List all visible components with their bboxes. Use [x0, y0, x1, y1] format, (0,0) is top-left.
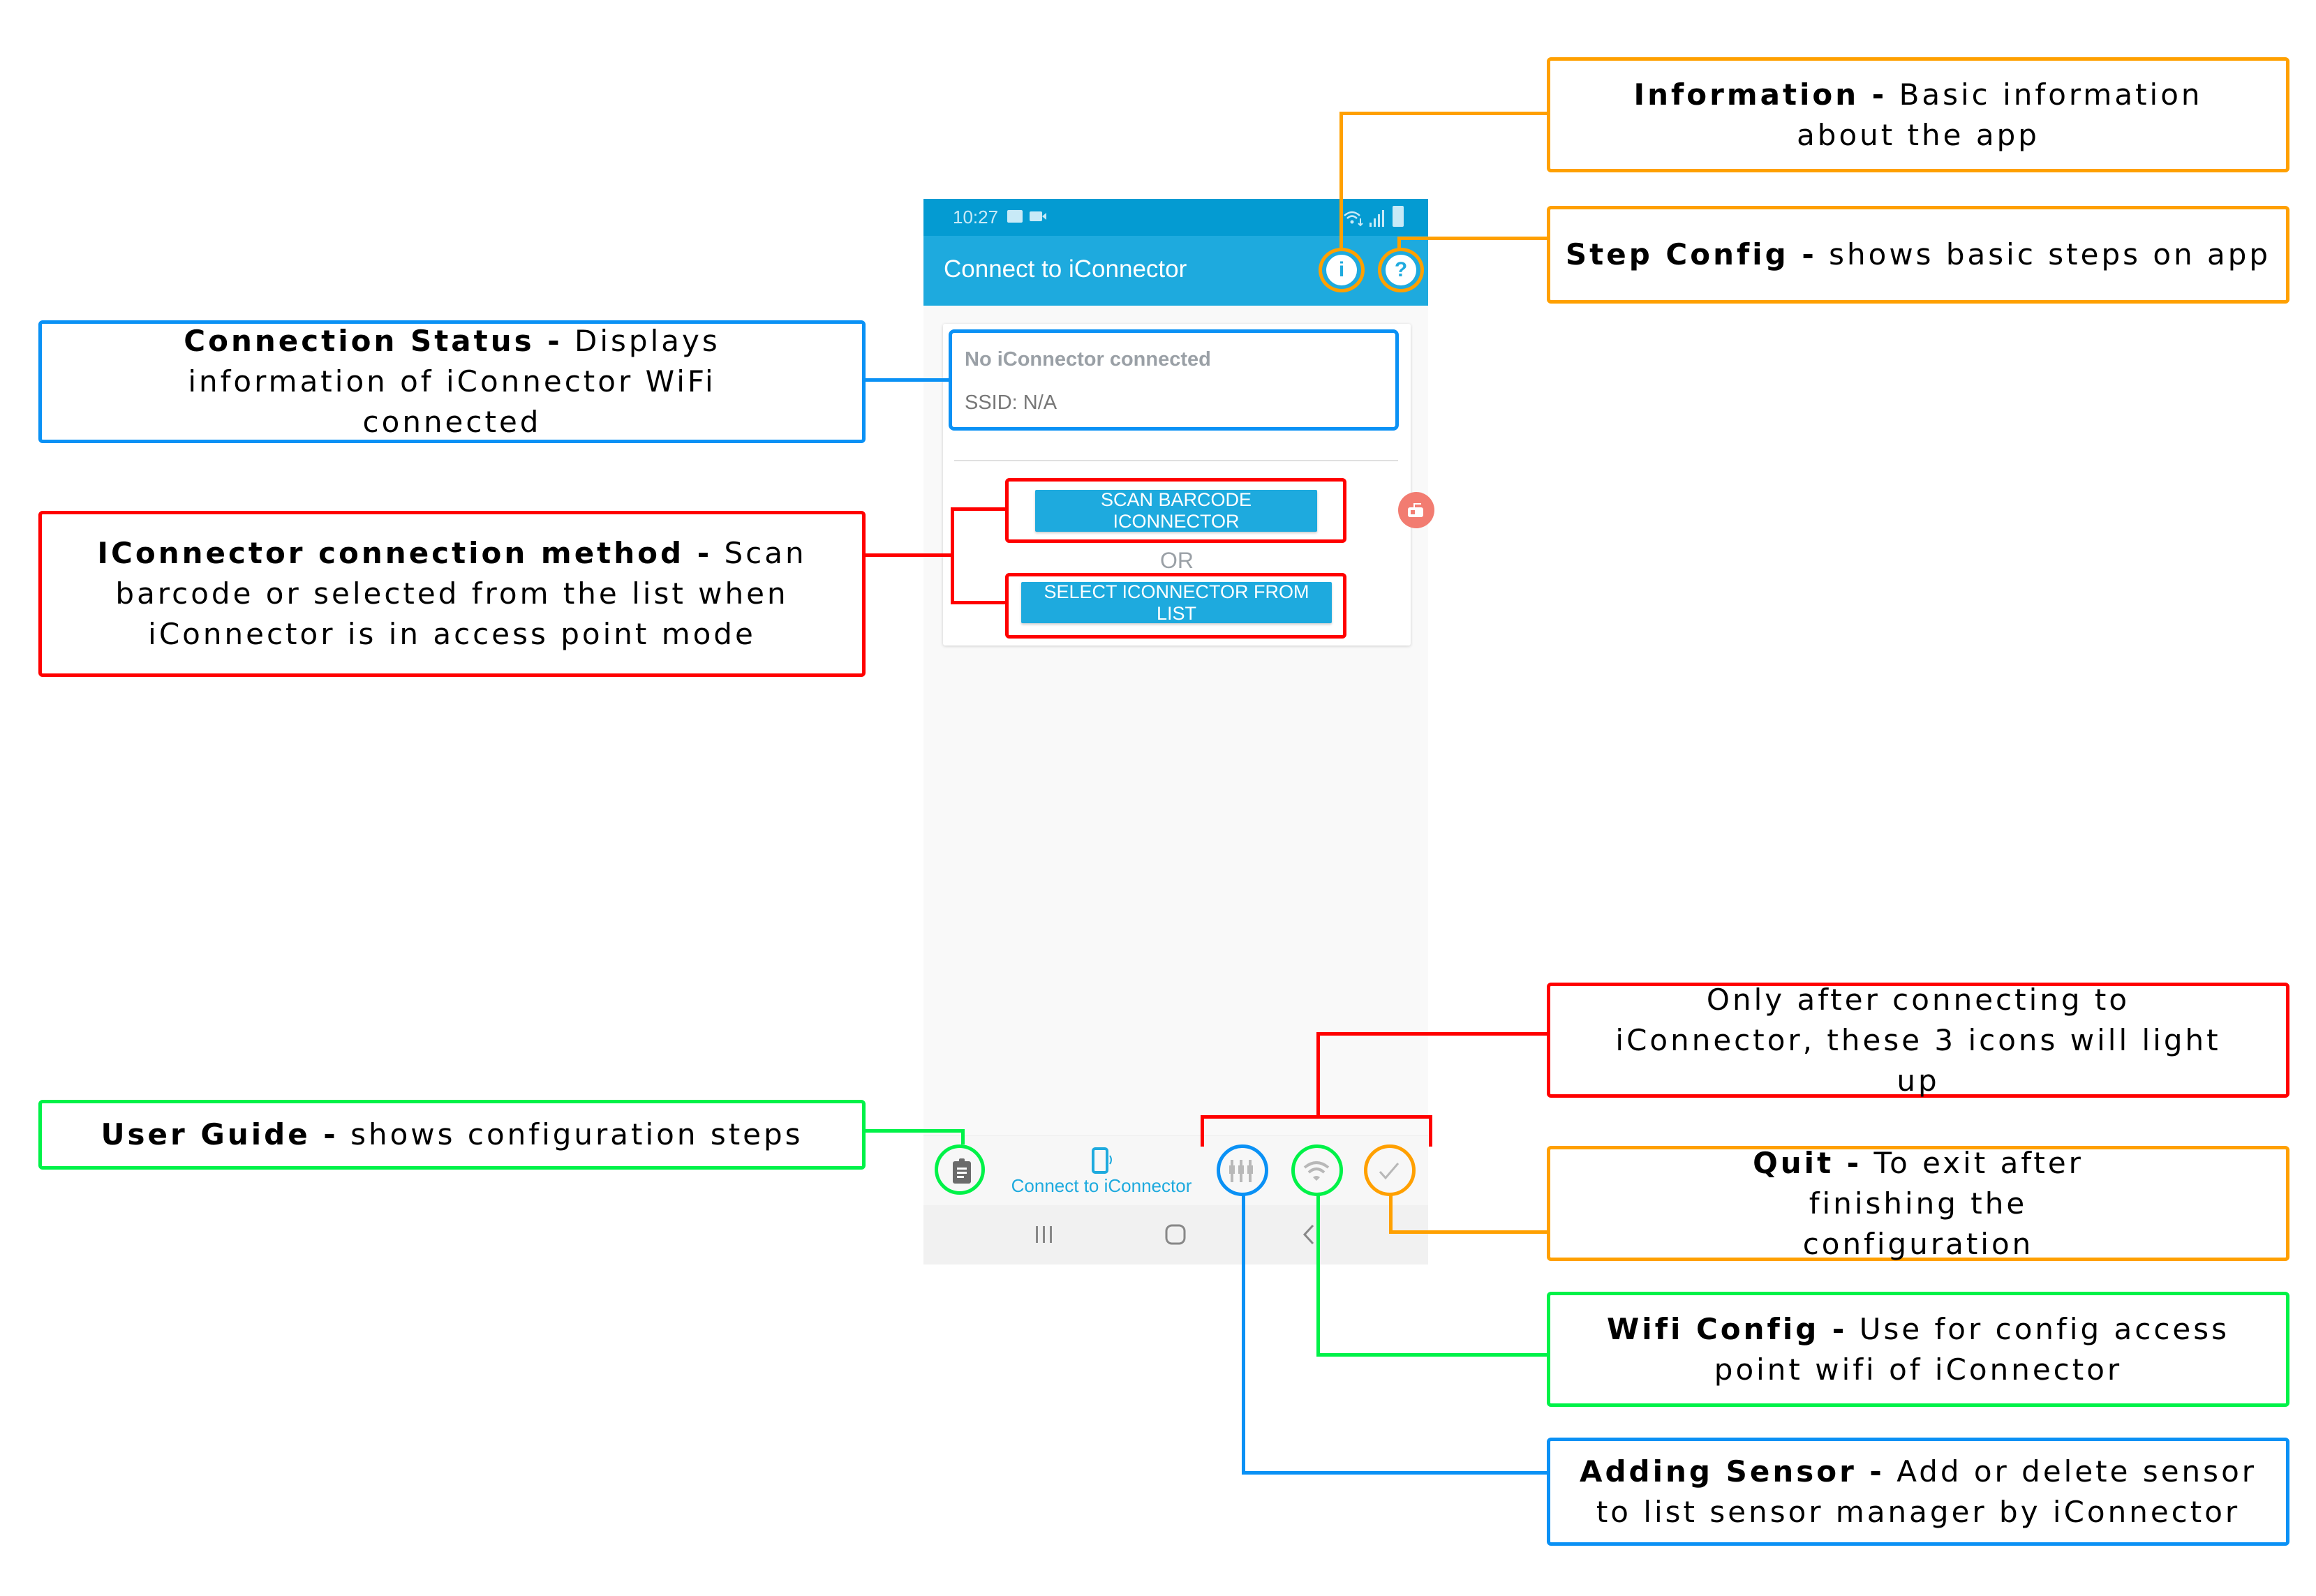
status-time: 10:27 — [953, 207, 999, 228]
annotation-information: Information - Basic information about th… — [1547, 57, 2289, 172]
scan-barcode-button[interactable]: SCAN BARCODE ICONNECTOR — [1035, 489, 1317, 532]
annotation-quit-title: Quit - — [1753, 1145, 1862, 1180]
wifi-config-highlight-ring — [1291, 1144, 1343, 1196]
system-navigation-bar — [923, 1205, 1428, 1265]
help-highlight-ring — [1378, 248, 1424, 292]
step-config-connector-h — [1397, 237, 1548, 240]
info-highlight-ring — [1319, 248, 1365, 292]
wifi-config-connector-h — [1316, 1353, 1548, 1357]
information-connector-v — [1339, 112, 1343, 248]
annotation-wifi-config: Wifi Config - Use for config access poin… — [1547, 1292, 2289, 1407]
step-config-connector-v — [1397, 237, 1401, 249]
annotation-light-up: Only after connecting to iConnector, the… — [1547, 983, 2289, 1098]
annotation-step-config: Step Config - shows basic steps on app — [1547, 206, 2289, 304]
signal-icon — [1369, 210, 1384, 227]
recorder-icon — [1408, 503, 1423, 517]
annotation-adding-sensor: Adding Sensor - Add or delete sensor to … — [1547, 1438, 2289, 1546]
phone-wireless-icon — [1092, 1147, 1112, 1174]
annotation-user-guide: User Guide - shows configuration steps — [38, 1100, 866, 1170]
method-connector-bottom — [951, 601, 1008, 604]
battery-icon — [1393, 206, 1404, 227]
method-connector-v — [951, 507, 954, 604]
divider — [954, 460, 1398, 461]
annotation-connection-method: IConnector connection method - Scan barc… — [38, 511, 866, 677]
floating-screen-recorder-button[interactable] — [1398, 492, 1434, 528]
lightup-bracket-right — [1429, 1115, 1432, 1147]
method-connector-h — [864, 553, 952, 557]
adding-sensor-connector-v — [1242, 1195, 1245, 1475]
annotation-connection-status-title: Connection Status - — [184, 324, 563, 358]
nav-connect[interactable]: Connect to iConnector — [997, 1142, 1206, 1202]
adding-sensor-connector-h — [1242, 1471, 1548, 1475]
adding-sensor-highlight-ring — [1217, 1144, 1268, 1196]
information-connector-h — [1339, 112, 1549, 115]
annotation-adding-sensor-title: Adding Sensor - — [1579, 1454, 1885, 1489]
connection-card: No iConnector connected SSID: N/A SCAN B… — [943, 324, 1411, 646]
annotation-step-config-text: shows basic steps on app — [1816, 237, 2271, 271]
lightup-connector-h — [1316, 1032, 1548, 1036]
user-guide-connector-v — [961, 1129, 965, 1144]
annotation-user-guide-text: shows configuration steps — [338, 1117, 803, 1151]
bottom-navigation: Connect to iConnector — [923, 1135, 1428, 1206]
connection-status-title: No iConnector connected — [965, 348, 1211, 371]
quit-connector-v — [1389, 1195, 1393, 1234]
lightup-connector-v — [1316, 1032, 1320, 1117]
app-bar: Connect to iConnector i ? — [923, 236, 1428, 306]
app-title: Connect to iConnector — [944, 255, 1187, 283]
back-icon[interactable] — [1300, 1223, 1317, 1246]
quit-highlight-ring — [1364, 1144, 1416, 1196]
user-guide-connector-h — [864, 1129, 965, 1133]
lightup-bracket-left — [1201, 1115, 1204, 1147]
annotation-connection-method-title: IConnector connection method - — [97, 536, 713, 570]
annotation-wifi-config-title: Wifi Config - — [1606, 1311, 1848, 1346]
quit-connector-h — [1389, 1230, 1548, 1234]
select-from-list-button[interactable]: SELECT ICONNECTOR FROM LIST — [1021, 581, 1332, 624]
video-camera-icon — [1030, 211, 1042, 221]
or-label: OR — [1160, 548, 1194, 573]
recent-apps-icon[interactable] — [1034, 1225, 1055, 1244]
annotation-information-title: Information - — [1633, 77, 1887, 112]
annotation-quit: Quit - To exit after finishing the confi… — [1547, 1146, 2289, 1261]
ssid-text: SSID: N/A — [965, 391, 1057, 414]
wifi-config-connector-v — [1316, 1195, 1320, 1357]
nav-connect-label: Connect to iConnector — [1011, 1174, 1192, 1196]
lightup-bracket-top — [1201, 1115, 1432, 1119]
annotation-user-guide-title: User Guide - — [101, 1117, 339, 1151]
annotation-step-config-title: Step Config - — [1565, 237, 1817, 271]
connection-status-connector — [864, 378, 951, 382]
connection-status-box: No iConnector connected SSID: N/A — [949, 329, 1399, 431]
video-camera-lens — [1042, 213, 1046, 220]
wifi-data-icon — [1344, 211, 1363, 227]
annotation-connection-status: Connection Status - Displays information… — [38, 320, 866, 443]
user-guide-highlight-ring — [935, 1144, 985, 1195]
method-connector-top — [951, 507, 1008, 511]
image-icon — [1007, 210, 1023, 223]
status-bar: 10:27 — [923, 199, 1428, 236]
phone-screen: 10:27 Connect to iConnector i ? No iConn… — [923, 199, 1434, 1265]
annotation-light-up-text: Only after connecting to iConnector, the… — [1615, 982, 2221, 1098]
home-icon[interactable] — [1164, 1223, 1187, 1246]
